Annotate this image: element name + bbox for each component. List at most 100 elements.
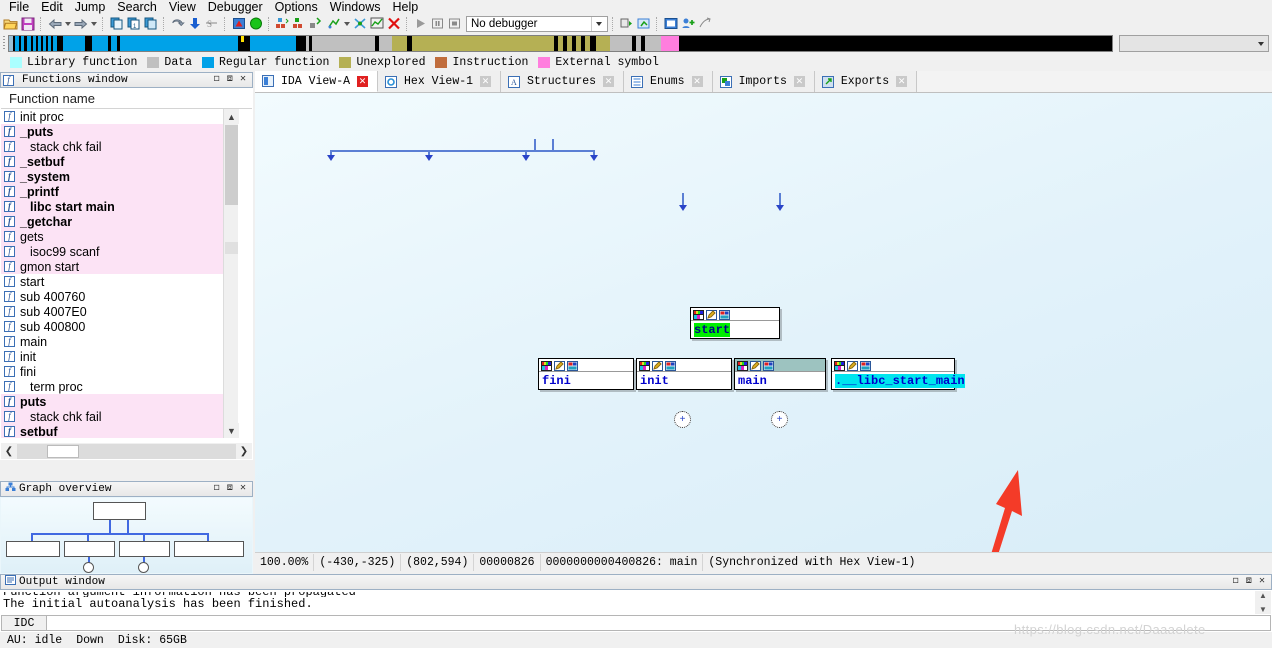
maximize-button[interactable]: ◻ <box>1233 577 1239 587</box>
graph-overview-canvas[interactable] <box>1 498 252 573</box>
forward-dropdown-icon[interactable] <box>89 15 98 32</box>
output-log[interactable]: Function argument information has been p… <box>1 591 1254 614</box>
idc-mode-button[interactable]: IDC <box>1 615 47 631</box>
node-edit-icon[interactable] <box>706 309 717 320</box>
maximize-button[interactable]: ◻ <box>214 75 220 85</box>
function-list-item[interactable]: f stack chk fail <box>1 139 237 154</box>
menu-item-windows[interactable]: Windows <box>324 0 387 14</box>
graph-node-fini[interactable]: fini <box>538 358 634 390</box>
function-list-item[interactable]: f setbuf <box>1 424 237 438</box>
tab-close-icon[interactable]: ✕ <box>793 76 805 87</box>
function-list-item[interactable]: f fini <box>1 364 237 379</box>
close-button[interactable]: ✕ <box>240 484 246 494</box>
forward-arrow-icon[interactable] <box>72 15 89 32</box>
maximize-button[interactable]: ◻ <box>214 484 220 494</box>
tab-exports[interactable]: Exports ✕ <box>814 71 918 92</box>
tab-close-icon[interactable]: ✕ <box>357 75 369 87</box>
graph2-icon[interactable] <box>291 15 308 32</box>
output-vertical-scrollbar[interactable]: ▲ ▼ <box>1255 591 1271 614</box>
idc-command-input[interactable] <box>47 615 1271 631</box>
save-icon[interactable] <box>19 15 36 32</box>
jump-dropdown-icon[interactable] <box>342 15 351 32</box>
node-xrefs-icon[interactable] <box>719 309 730 320</box>
jump-icon[interactable] <box>325 15 342 32</box>
graph-node-start[interactable]: start <box>690 307 780 339</box>
menu-item-search[interactable]: Search <box>111 0 163 14</box>
tab-hex-view-1[interactable]: Hex View-1 ✕ <box>378 71 502 92</box>
back-dropdown-icon[interactable] <box>63 15 72 32</box>
graph-expand-node-init-expand[interactable]: + <box>674 411 691 428</box>
node-edit-icon[interactable] <box>554 360 565 371</box>
restore-button[interactable]: ⧈ <box>227 75 233 85</box>
navband-zoom-combo[interactable] <box>1119 34 1269 52</box>
step-into-icon[interactable] <box>618 15 635 32</box>
node-xrefs-icon[interactable] <box>665 360 676 371</box>
tracing-icon[interactable] <box>696 15 713 32</box>
tab-close-icon[interactable]: ✕ <box>603 76 615 87</box>
tab-ida-view-a[interactable]: IDA View-A ✕ <box>255 71 379 92</box>
scroll-left-icon[interactable]: ❮ <box>1 444 17 459</box>
breakpoint-icon[interactable] <box>662 15 679 32</box>
graph-node-libc_start_main[interactable]: .__libc_start_main <box>831 358 965 390</box>
function-list-item[interactable]: f main <box>1 334 237 349</box>
copy-icon[interactable] <box>108 15 125 32</box>
menu-item-jump[interactable]: Jump <box>69 0 112 14</box>
node-palette-icon[interactable] <box>834 360 845 371</box>
close-button[interactable]: ✕ <box>1259 577 1265 587</box>
green-circle-icon[interactable] <box>247 15 264 32</box>
menu-item-edit[interactable]: Edit <box>35 0 69 14</box>
stop-icon[interactable] <box>446 15 463 32</box>
pause-icon[interactable] <box>429 15 446 32</box>
down-arrow-icon[interactable] <box>186 15 203 32</box>
menu-item-debugger[interactable]: Debugger <box>202 0 269 14</box>
hscroll-track[interactable] <box>17 443 236 459</box>
function-list-item[interactable]: f _getchar <box>1 214 237 229</box>
function-list-item[interactable]: f _setbuf <box>1 154 237 169</box>
node-xrefs-icon[interactable] <box>860 360 871 371</box>
menu-item-file[interactable]: File <box>3 0 35 14</box>
functions-horizontal-scrollbar[interactable]: ❮ ❯ <box>1 443 252 459</box>
function-list-item[interactable]: f term proc <box>1 379 237 394</box>
functions-list[interactable]: f init proc f _puts f stack chk fail f _setbuf f… <box>1 109 237 438</box>
warning-icon[interactable] <box>230 15 247 32</box>
functions-vertical-scrollbar[interactable]: ▲ ▼ <box>223 109 239 438</box>
watch-icon[interactable] <box>679 15 696 32</box>
menu-item-view[interactable]: View <box>163 0 202 14</box>
open-file-icon[interactable] <box>2 15 19 32</box>
restore-button[interactable]: ⧈ <box>227 484 233 494</box>
function-list-item[interactable]: f _printf <box>1 184 237 199</box>
xrefs-icon[interactable] <box>351 15 368 32</box>
node-palette-icon[interactable] <box>541 360 552 371</box>
node-edit-icon[interactable] <box>847 360 858 371</box>
menu-item-help[interactable]: Help <box>386 0 424 14</box>
chevron-down-icon[interactable] <box>591 16 605 31</box>
ida-graph-view[interactable]: start fini init main .__libc_start_main + + <box>255 93 1272 552</box>
graph-node-init[interactable]: init <box>636 358 732 390</box>
strikeout-icon[interactable]: S <box>203 15 220 32</box>
navigation-band[interactable] <box>8 34 1113 52</box>
graph-icon[interactable] <box>274 15 291 32</box>
tab-close-icon[interactable]: ✕ <box>691 76 703 87</box>
function-list-item[interactable]: f stack chk fail <box>1 409 237 424</box>
function-list-item[interactable]: f start <box>1 274 237 289</box>
tab-close-icon[interactable]: ✕ <box>480 76 492 87</box>
tab-imports[interactable]: Imports ✕ <box>712 71 815 92</box>
run-icon[interactable] <box>412 15 429 32</box>
scroll-down-icon[interactable]: ▼ <box>224 423 239 438</box>
chart-icon[interactable] <box>368 15 385 32</box>
function-list-item[interactable]: f sub 400760 <box>1 289 237 304</box>
debugger-select[interactable]: No debugger <box>466 15 608 32</box>
graph-node-main[interactable]: main <box>734 358 826 390</box>
node-palette-icon[interactable] <box>737 360 748 371</box>
new-window-icon[interactable] <box>142 15 159 32</box>
graph3-icon[interactable] <box>308 15 325 32</box>
scroll-up-icon[interactable]: ▲ <box>1259 591 1267 600</box>
scrollbar-thumb[interactable] <box>225 125 238 205</box>
toolbar-grip-icon[interactable] <box>0 34 8 52</box>
function-name-column-header[interactable]: Function name <box>1 89 252 109</box>
hscrollbar-thumb[interactable] <box>47 444 79 458</box>
close-button[interactable]: ✕ <box>240 75 246 85</box>
function-list-item[interactable]: f gmon start <box>1 259 237 274</box>
tab-enums[interactable]: Enums ✕ <box>624 71 713 92</box>
restore-button[interactable]: ⧈ <box>1246 577 1252 587</box>
